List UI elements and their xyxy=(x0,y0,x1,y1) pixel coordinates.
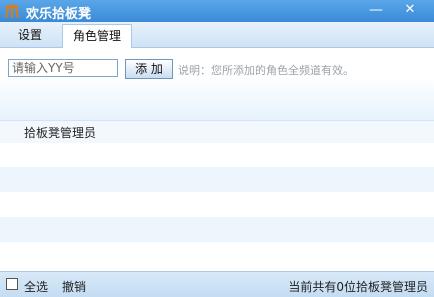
add-button[interactable]: 添 加 xyxy=(125,59,173,79)
yy-number-input[interactable] xyxy=(8,59,118,77)
select-all-label[interactable]: 全选 xyxy=(24,278,48,295)
tab-bar: 设置 角色管理 xyxy=(0,22,434,48)
stool-logo-icon xyxy=(5,4,19,19)
list-item xyxy=(0,217,434,242)
select-all-checkbox[interactable] xyxy=(6,278,18,290)
list-item xyxy=(0,242,434,267)
admin-list xyxy=(0,142,434,267)
app-window: 欢乐拾板凳 — ✕ 设置 角色管理 添 加 说明：您所添加的角色全频道有效。 拾… xyxy=(0,0,434,297)
hint-text: 说明：您所添加的角色全频道有效。 xyxy=(178,64,354,77)
tab-role-management[interactable]: 角色管理 xyxy=(62,24,133,48)
close-button[interactable]: ✕ xyxy=(400,2,420,18)
admin-count-text: 当前共有0位拾板凳管理员 xyxy=(288,280,428,294)
window-title: 欢乐拾板凳 xyxy=(26,7,92,22)
tab-settings[interactable]: 设置 xyxy=(8,24,52,46)
minimize-button[interactable]: — xyxy=(366,2,386,18)
revoke-link[interactable]: 撤销 xyxy=(62,278,86,295)
title-bar[interactable]: 欢乐拾板凳 — ✕ xyxy=(0,0,434,22)
list-item xyxy=(0,142,434,167)
list-header: 拾板凳管理员 xyxy=(0,120,434,143)
list-item xyxy=(0,167,434,192)
add-role-panel: 添 加 说明：您所添加的角色全频道有效。 xyxy=(0,48,434,120)
footer-bar: 全选 撤销 当前共有0位拾板凳管理员 xyxy=(0,271,434,297)
admin-list-title: 拾板凳管理员 xyxy=(24,126,97,140)
list-item xyxy=(0,192,434,217)
